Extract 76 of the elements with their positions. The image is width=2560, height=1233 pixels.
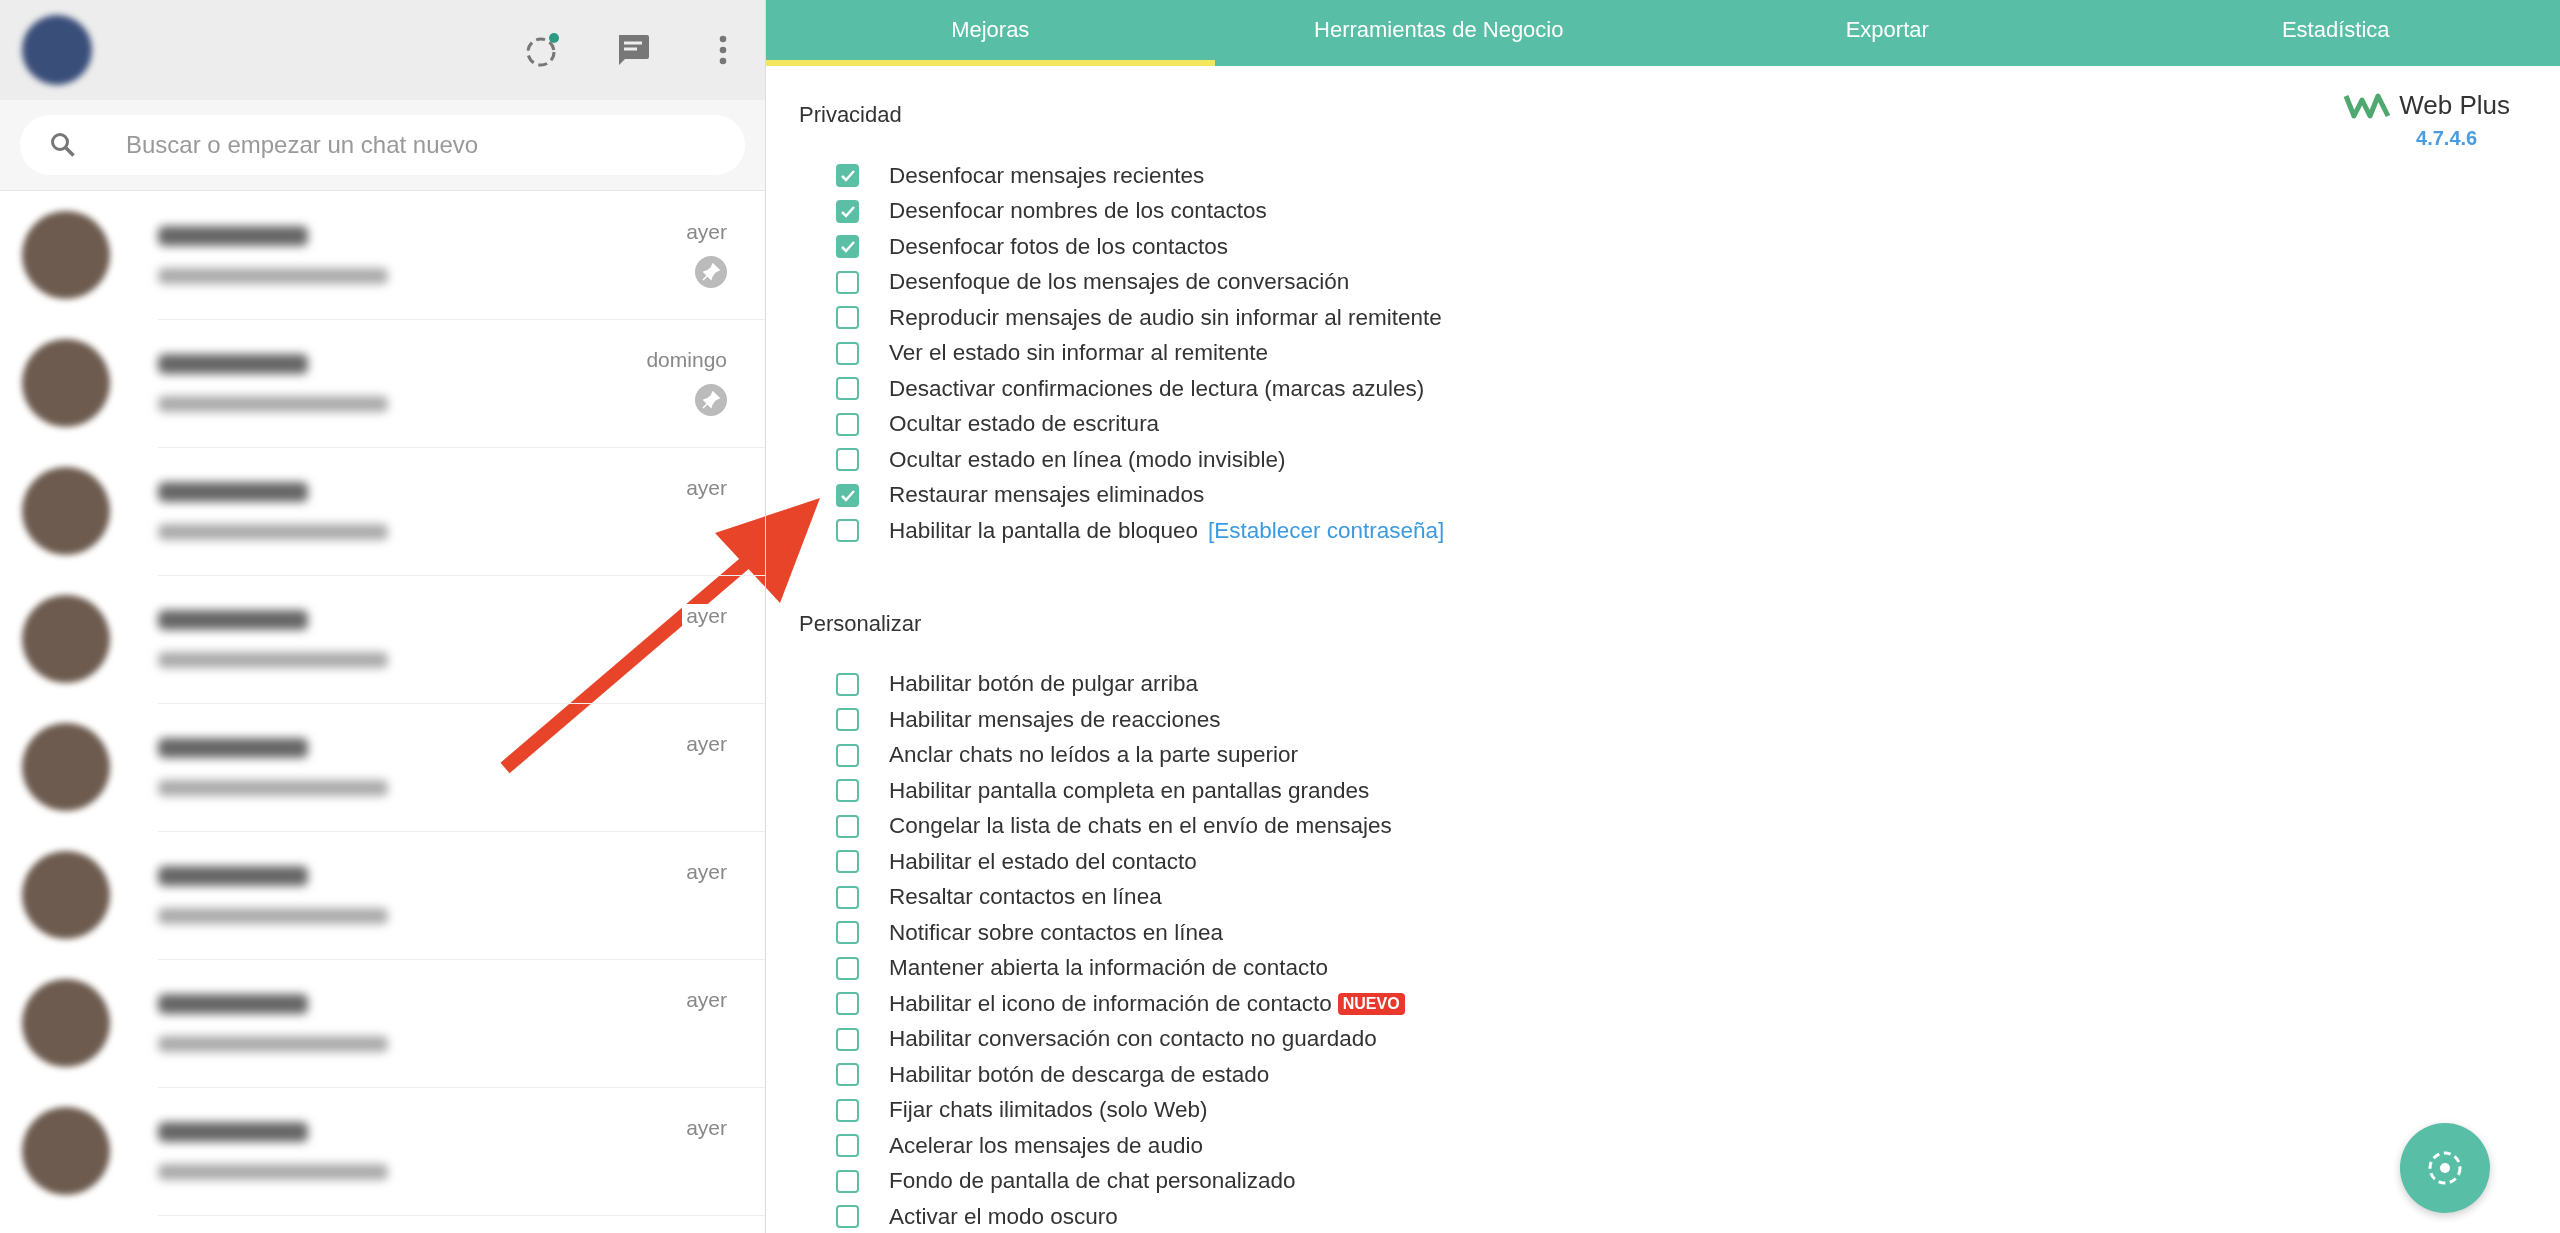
- checkbox[interactable]: [836, 306, 859, 330]
- checkbox[interactable]: [836, 199, 859, 223]
- option-label: Resaltar contactos en línea: [889, 884, 1162, 911]
- option-label: Ocultar estado de escritura: [889, 411, 1160, 438]
- checkbox[interactable]: [836, 483, 859, 507]
- checkbox[interactable]: [836, 1063, 859, 1087]
- checkbox[interactable]: [836, 743, 859, 767]
- checkbox[interactable]: [836, 270, 859, 294]
- checkbox[interactable]: [836, 448, 859, 472]
- chat-list-item[interactable]: ayer: [0, 575, 765, 703]
- checkbox[interactable]: [836, 164, 859, 188]
- option-label: Fondo de pantalla de chat personalizado: [889, 1168, 1296, 1195]
- chat-time: ayer: [682, 603, 727, 628]
- chat-list-item[interactable]: ayer: [0, 831, 765, 959]
- checkbox[interactable]: [836, 814, 859, 838]
- chat-list-item[interactable]: domingo: [0, 319, 765, 447]
- section-heading: Personalizar: [799, 610, 922, 637]
- checkbox[interactable]: [836, 885, 859, 909]
- checkbox[interactable]: [836, 1205, 859, 1229]
- checkbox[interactable]: [836, 235, 859, 259]
- new-badge: NUEVO: [1337, 992, 1405, 1015]
- option-label: Habilitar mensajes de reacciones: [889, 706, 1221, 733]
- checkbox[interactable]: [836, 1098, 859, 1122]
- option-label: Fijar chats ilimitados (solo Web): [889, 1097, 1208, 1124]
- checkbox[interactable]: [836, 341, 859, 365]
- checkbox[interactable]: [836, 992, 859, 1016]
- checkbox[interactable]: [836, 1134, 859, 1158]
- checkbox[interactable]: [836, 412, 859, 436]
- option-label: Mantener abierta la información de contacto: [889, 955, 1328, 982]
- logo-text: Web Plus: [2399, 90, 2510, 121]
- option-label: Habilitar la pantalla de bloqueo: [889, 517, 1198, 544]
- option-label: Reproducir mensajes de audio sin informar al remitente: [889, 304, 1442, 331]
- search-field[interactable]: Buscar o empezar un chat nuevo: [20, 115, 745, 175]
- chat-list-item[interactable]: ayer: [0, 703, 765, 831]
- option-label: Desenfoque de los mensajes de conversación: [889, 269, 1350, 296]
- profile-avatar[interactable]: [22, 15, 92, 85]
- option-label: Congelar la lista de chats en el envío de mensajes: [889, 813, 1392, 840]
- tab[interactable]: Mejoras: [766, 0, 1215, 66]
- option-label: Anclar chats no leídos a la parte superior: [889, 742, 1298, 769]
- set-password-link[interactable]: [Establecer contraseña]: [1207, 517, 1445, 544]
- option-label: Habilitar conversación con contacto no guardado: [889, 1026, 1377, 1053]
- option-label: Ver el estado sin informar al remitente: [889, 340, 1268, 367]
- checkbox[interactable]: [836, 1027, 859, 1051]
- logo-icon: [2343, 91, 2392, 120]
- chat-list-item[interactable]: ayer: [0, 959, 765, 1087]
- checkbox[interactable]: [836, 921, 859, 945]
- section-heading: Privacidad: [799, 102, 902, 128]
- checkbox[interactable]: [836, 850, 859, 874]
- version-text: 4.7.4.6: [2416, 127, 2478, 150]
- option-label: Desenfocar nombres de los contactos: [889, 198, 1267, 225]
- checkbox[interactable]: [836, 377, 859, 401]
- option-label: Habilitar el icono de información de contacto: [889, 990, 1332, 1017]
- option-label: Habilitar pantalla completa en pantallas grandes: [889, 777, 1370, 804]
- option-label: Acelerar los mensajes de audio: [889, 1132, 1203, 1159]
- checkbox[interactable]: [836, 708, 859, 732]
- floating-action-button[interactable]: [2400, 1123, 2490, 1213]
- option-label: Desenfocar mensajes recientes: [889, 162, 1205, 189]
- option-label: Notificar sobre contactos en línea: [889, 919, 1223, 946]
- checkbox[interactable]: [836, 956, 859, 980]
- tab[interactable]: Estadística: [2111, 0, 2560, 66]
- option-label: Restaurar mensajes eliminados: [889, 482, 1205, 509]
- tab[interactable]: Herramientas de Negocio: [1214, 0, 1663, 66]
- chat-list-item[interactable]: ayer: [0, 1087, 765, 1215]
- option-label: Habilitar el estado del contacto: [889, 848, 1197, 875]
- checkbox[interactable]: [836, 779, 859, 803]
- checkbox[interactable]: [836, 519, 859, 543]
- option-label: Habilitar botón de descarga de estado: [889, 1061, 1270, 1088]
- option-label: Ocultar estado en línea (modo invisible): [889, 446, 1286, 473]
- option-label: Desenfocar fotos de los contactos: [889, 233, 1228, 260]
- option-label: Activar el modo oscuro: [889, 1203, 1118, 1230]
- option-label: Habilitar botón de pulgar arriba: [889, 671, 1198, 698]
- checkbox[interactable]: [836, 1169, 859, 1193]
- tab[interactable]: Exportar: [1663, 0, 2112, 66]
- chat-list-item[interactable]: ayer: [0, 191, 765, 319]
- checkbox[interactable]: [836, 672, 859, 696]
- option-label: Desactivar confirmaciones de lectura (marcas azules): [889, 375, 1425, 402]
